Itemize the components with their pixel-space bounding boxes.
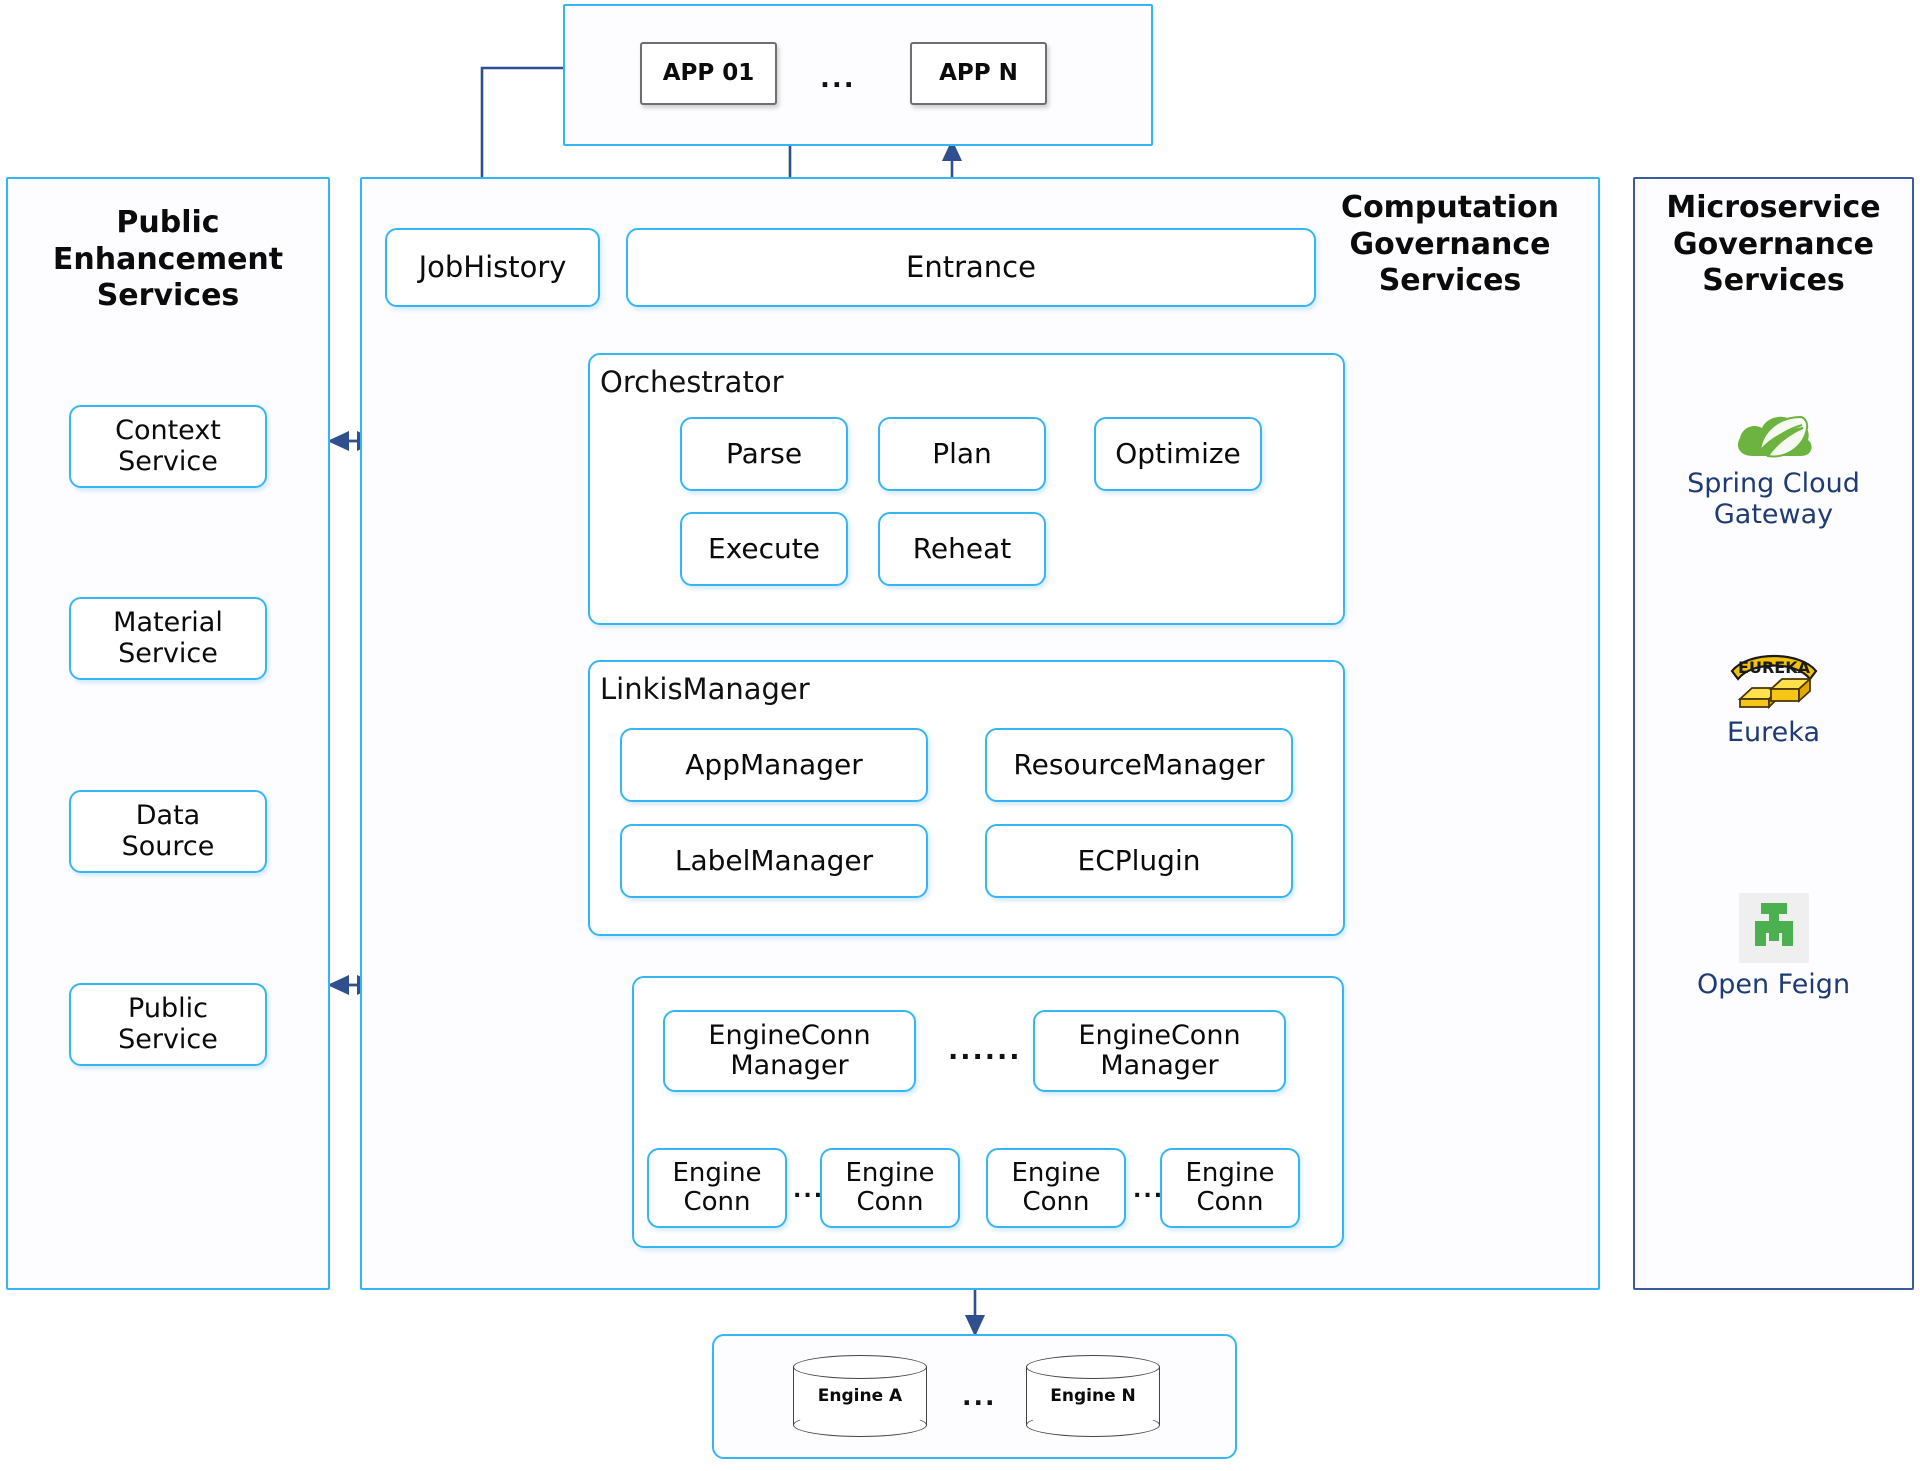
service-box-data-source[interactable]: Data Source [69,790,267,873]
linkis-item-ec-plugin-label: ECPlugin [1077,844,1201,878]
engine-conn-manager-1-label: EngineConn Manager [708,1019,871,1081]
spring-cloud-gateway-label: Spring Cloud Gateway [1687,468,1860,531]
orchestrator-item-reheat-label: Reheat [912,532,1012,566]
linkis-manager-label: LinkisManager [600,672,810,706]
engine-a-label: Engine A [817,1386,903,1406]
engine-n-cylinder[interactable]: Engine N [1026,1355,1160,1437]
linkis-item-app-manager[interactable]: AppManager [620,728,928,802]
engine-conn-manager-2-label: EngineConn Manager [1078,1019,1241,1081]
linkis-item-resource-manager-label: ResourceManager [1013,748,1265,782]
microservice-governance-title: Microservice Governance Services [1666,190,1881,299]
engine-a-cylinder[interactable]: Engine A [793,1355,927,1437]
orchestrator-item-execute[interactable]: Execute [680,512,848,586]
app-box-01-label: APP 01 [662,59,755,86]
engine-conn-4-label: Engine Conn [1185,1157,1275,1217]
engine-conn-4[interactable]: Engine Conn [1160,1148,1300,1228]
app-box-n[interactable]: APP N [910,42,1047,105]
eureka-label: Eureka [1727,717,1820,748]
entrance-box[interactable]: Entrance [626,228,1316,307]
microservice-item-spring-cloud-gateway[interactable]: Spring Cloud Gateway [1633,404,1914,531]
engine-conn-manager-ellipsis: ...... [948,1035,1022,1066]
computation-governance-title: Computation Governance Services [1341,190,1559,299]
public-enhancement-panel [6,177,330,1290]
apps-ellipsis: ... [820,64,856,94]
microservice-item-eureka[interactable]: EUREKA Eureka [1633,645,1914,748]
microservice-item-open-feign[interactable]: Open Feign [1633,893,1914,1000]
svg-text:EUREKA: EUREKA [1738,658,1811,677]
service-box-public-service[interactable]: Public Service [69,983,267,1066]
orchestrator-item-optimize[interactable]: Optimize [1094,417,1262,491]
open-feign-label: Open Feign [1696,969,1851,1000]
job-history-box[interactable]: JobHistory [385,228,600,307]
service-box-data-source-label: Data Source [121,800,215,862]
architecture-diagram: APP 01 ... APP N Public Enhancement Serv… [0,0,1920,1471]
public-enhancement-title: Public Enhancement Services [52,205,284,314]
spring-cloud-icon [1737,415,1812,458]
linkis-item-ec-plugin[interactable]: ECPlugin [985,824,1293,898]
linkis-item-label-manager[interactable]: LabelManager [620,824,928,898]
orchestrator-item-parse-label: Parse [725,437,803,471]
linkis-item-app-manager-label: AppManager [685,748,863,782]
engine-conn-3[interactable]: Engine Conn [986,1148,1126,1228]
app-box-01[interactable]: APP 01 [640,42,777,105]
service-box-public-service-label: Public Service [118,993,218,1055]
orchestrator-item-parse[interactable]: Parse [680,417,848,491]
engines-ellipsis: ... [962,1382,997,1411]
engine-conn-2[interactable]: Engine Conn [820,1148,960,1228]
engine-conn-3-label: Engine Conn [1011,1157,1101,1217]
entrance-label: Entrance [906,250,1036,285]
linkis-item-resource-manager[interactable]: ResourceManager [985,728,1293,802]
open-feign-icon [1738,893,1809,963]
engine-conn-1-label: Engine Conn [672,1157,762,1217]
engine-conn-manager-2[interactable]: EngineConn Manager [1033,1010,1286,1092]
orchestrator-item-plan[interactable]: Plan [878,417,1046,491]
orchestrator-item-execute-label: Execute [708,532,820,566]
eureka-icon: EUREKA [1730,655,1817,710]
service-box-material[interactable]: Material Service [69,597,267,680]
job-history-label: JobHistory [418,250,567,285]
app-box-n-label: APP N [939,59,1018,86]
linkis-item-label-manager-label: LabelManager [674,844,874,878]
orchestrator-item-reheat[interactable]: Reheat [878,512,1046,586]
engine-conn-2-label: Engine Conn [845,1157,935,1217]
engine-n-label: Engine N [1050,1386,1136,1406]
orchestrator-label: Orchestrator [600,365,784,399]
engine-conn-1[interactable]: Engine Conn [647,1148,787,1228]
orchestrator-item-optimize-label: Optimize [1115,437,1241,471]
orchestrator-item-plan-label: Plan [932,437,992,471]
service-box-material-label: Material Service [113,607,223,669]
service-box-context-label: Context Service [115,415,221,477]
service-box-context[interactable]: Context Service [69,405,267,488]
engine-conn-manager-1[interactable]: EngineConn Manager [663,1010,916,1092]
